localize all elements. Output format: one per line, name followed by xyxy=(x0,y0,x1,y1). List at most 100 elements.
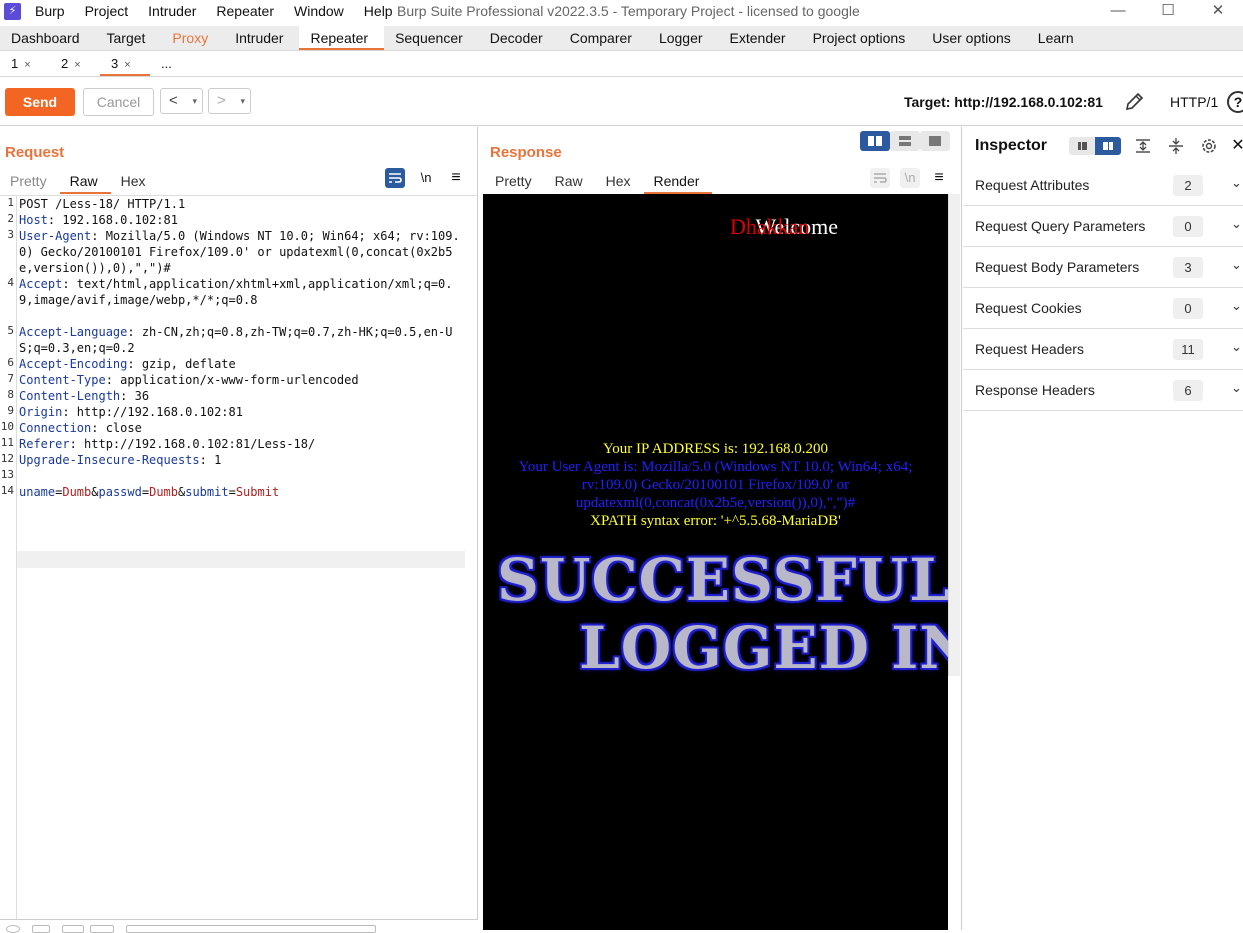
repeater-tab-1[interactable]: 1 × xyxy=(0,52,50,76)
word-wrap-icon[interactable] xyxy=(385,168,405,188)
layout-side-by-side-icon[interactable] xyxy=(860,131,890,151)
response-menu-icon[interactable]: ≡ xyxy=(929,168,949,188)
line-content: Accept-Encoding: gzip, deflate xyxy=(19,356,465,372)
close-tab-icon[interactable]: × xyxy=(74,59,80,71)
newline-toggle-icon[interactable]: \n xyxy=(416,168,436,188)
tab-target[interactable]: Target xyxy=(96,26,162,50)
tab-project-options[interactable]: Project options xyxy=(802,26,922,50)
header-value: : text/html,application/xhtml+xml,applic… xyxy=(19,277,453,307)
pencil-edit-icon[interactable] xyxy=(1123,91,1145,113)
tab-decoder[interactable]: Decoder xyxy=(479,26,559,50)
chevron-down-icon[interactable]: ⌄ xyxy=(1231,257,1242,273)
inspector-row-response-headers[interactable]: Response Headers 6 ⌄ xyxy=(963,370,1243,411)
search-back-icon[interactable] xyxy=(62,925,84,933)
tab-logger[interactable]: Logger xyxy=(648,26,719,50)
menu-repeater[interactable]: Repeater xyxy=(216,3,274,19)
repeater-tab-3[interactable]: 3 × xyxy=(100,52,150,76)
inspector-row-request-query-parameters[interactable]: Request Query Parameters 0 ⌄ xyxy=(963,206,1243,247)
line-content: Referer: http://192.168.0.102:81/Less-18… xyxy=(19,436,465,452)
collapse-all-icon[interactable] xyxy=(1166,137,1186,155)
close-tab-icon[interactable]: × xyxy=(24,59,30,71)
tab-comparer[interactable]: Comparer xyxy=(559,26,648,50)
tab-user-options[interactable]: User options xyxy=(921,26,1027,50)
tab-sequencer[interactable]: Sequencer xyxy=(384,26,479,50)
menu-intruder[interactable]: Intruder xyxy=(148,3,196,19)
repeater-tab-2[interactable]: 2 × xyxy=(50,52,100,76)
inspector-layout-narrow-icon[interactable] xyxy=(1069,137,1095,155)
close-inspector-icon[interactable]: ✕ xyxy=(1231,137,1243,155)
inspector-row-count: 3 xyxy=(1173,257,1203,278)
search-forward-icon[interactable] xyxy=(90,925,114,933)
header-value: : http://192.168.0.102:81 xyxy=(62,405,243,419)
inspector-title: Inspector xyxy=(975,137,1048,154)
settings-icon[interactable] xyxy=(32,925,50,933)
inspector-row-request-body-parameters[interactable]: Request Body Parameters 3 ⌄ xyxy=(963,247,1243,288)
forward-button[interactable]: > ▾ xyxy=(208,88,251,114)
search-input[interactable] xyxy=(126,925,376,933)
http-version-label[interactable]: HTTP/1 xyxy=(1170,94,1218,110)
inspector-row-label: Request Query Parameters xyxy=(975,218,1146,234)
param-value-uname: Dumb xyxy=(62,485,92,499)
menu-help[interactable]: Help xyxy=(364,3,393,19)
chevron-down-icon[interactable]: ⌄ xyxy=(1231,298,1242,314)
forward-dropdown-icon[interactable]: ▾ xyxy=(240,89,245,113)
help-icon[interactable]: ? xyxy=(1227,91,1243,113)
tab-extender[interactable]: Extender xyxy=(719,26,802,50)
response-tab-render[interactable]: Render xyxy=(643,171,713,194)
cancel-button[interactable]: Cancel xyxy=(83,88,154,116)
response-tab-raw[interactable]: Raw xyxy=(545,171,596,194)
back-button[interactable]: < ▾ xyxy=(160,88,203,114)
tab-intruder[interactable]: Intruder xyxy=(224,26,299,50)
send-button[interactable]: Send xyxy=(5,88,75,116)
menu-bar: Burp Project Intruder Repeater Window Help xyxy=(35,3,413,19)
inspector-row-label: Response Headers xyxy=(975,382,1095,398)
menu-window[interactable]: Window xyxy=(294,3,344,19)
tab-dashboard[interactable]: Dashboard xyxy=(0,26,96,50)
header-name: Accept xyxy=(19,277,63,291)
header-value: : 36 xyxy=(120,389,150,403)
gear-icon[interactable] xyxy=(1199,137,1219,155)
tab-repeater[interactable]: Repeater xyxy=(299,26,385,50)
response-tab-pretty[interactable]: Pretty xyxy=(485,171,545,194)
tab-proxy[interactable]: Proxy xyxy=(161,26,224,50)
chevron-down-icon[interactable]: ⌄ xyxy=(1231,216,1242,232)
request-menu-icon[interactable]: ≡ xyxy=(446,168,466,188)
request-editor[interactable]: 1 POST /Less-18/ HTTP/1.1 2 Host: 192.168.0… xyxy=(0,195,478,930)
maximize-icon[interactable]: ☐ xyxy=(1143,0,1193,24)
tab-learn[interactable]: Learn xyxy=(1027,26,1090,50)
request-tab-hex[interactable]: Hex xyxy=(111,171,159,194)
inspector-row-request-attributes[interactable]: Request Attributes 2 ⌄ xyxy=(963,165,1243,206)
line-number: 14 xyxy=(0,484,14,497)
repeater-tab-bar: 1 × 2 × 3 ×... xyxy=(0,52,1243,77)
menu-burp[interactable]: Burp xyxy=(35,3,65,19)
back-dropdown-icon[interactable]: ▾ xyxy=(192,89,197,113)
ip-address-line: Your IP ADDRESS is: 192.168.0.200 xyxy=(602,441,829,457)
inspector-row-request-cookies[interactable]: Request Cookies 0 ⌄ xyxy=(963,288,1243,329)
layout-top-bottom-icon[interactable] xyxy=(890,131,920,151)
chevron-down-icon[interactable]: ⌄ xyxy=(1231,380,1242,396)
window-controls: — ☐ ✕ xyxy=(1093,0,1243,24)
chevron-down-icon[interactable]: ⌄ xyxy=(1231,175,1242,191)
response-word-wrap-icon[interactable] xyxy=(870,168,890,188)
line-number: 3 xyxy=(7,228,14,241)
response-newline-toggle-icon[interactable]: \n xyxy=(900,168,920,188)
chevron-down-icon[interactable]: ⌄ xyxy=(1231,339,1242,355)
repeater-tab-more[interactable]: ... xyxy=(150,52,200,76)
inspector-layout-wide-icon[interactable] xyxy=(1095,137,1121,155)
minimize-icon[interactable]: — xyxy=(1093,0,1143,24)
header-value: : close xyxy=(91,421,142,435)
back-arrow-icon: < xyxy=(169,92,178,109)
menu-project[interactable]: Project xyxy=(85,3,129,19)
request-tab-raw[interactable]: Raw xyxy=(59,171,111,194)
expand-all-icon[interactable] xyxy=(1133,137,1153,155)
param-key-passwd: passwd xyxy=(98,485,142,499)
help-circle-icon[interactable] xyxy=(6,925,20,933)
line-number: 9 xyxy=(7,404,14,417)
inspector-row-request-headers[interactable]: Request Headers 11 ⌄ xyxy=(963,329,1243,370)
layout-tabs-icon[interactable] xyxy=(920,131,950,151)
render-scrollbar[interactable] xyxy=(948,194,960,676)
response-tab-hex[interactable]: Hex xyxy=(596,171,644,194)
close-tab-icon[interactable]: × xyxy=(124,59,130,71)
request-tab-pretty[interactable]: Pretty xyxy=(0,171,60,194)
close-window-icon[interactable]: ✕ xyxy=(1193,0,1243,24)
